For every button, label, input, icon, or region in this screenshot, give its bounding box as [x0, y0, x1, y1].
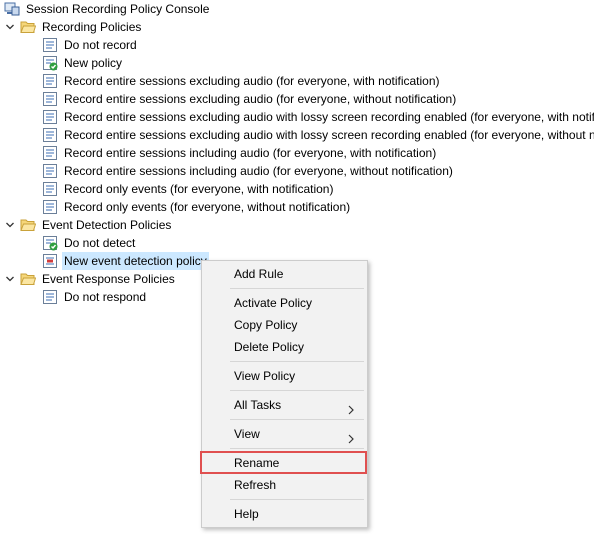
context-menu: Add Rule Activate Policy Copy Policy Del…	[201, 260, 368, 528]
chevron-right-icon	[347, 400, 355, 415]
policy-icon	[42, 109, 58, 125]
menu-separator	[230, 390, 364, 391]
policy-icon	[42, 199, 58, 215]
policy-icon	[42, 91, 58, 107]
menu-item-add-rule[interactable]: Add Rule	[202, 263, 367, 285]
policy-icon	[42, 127, 58, 143]
policy-label: Record entire sessions excluding audio (…	[64, 74, 440, 88]
policy-item-new-event-detection-policy[interactable]: New event detection policy	[42, 252, 209, 270]
policy-label: New event detection policy	[62, 252, 209, 270]
event-policy-icon	[42, 253, 58, 269]
chevron-down-icon[interactable]	[4, 270, 16, 288]
tree-root[interactable]: Session Recording Policy Console	[4, 0, 211, 18]
policy-label: Record entire sessions excluding audio w…	[64, 110, 594, 124]
menu-item-view[interactable]: View	[202, 423, 367, 445]
policy-icon	[42, 181, 58, 197]
chevron-down-icon[interactable]	[4, 216, 16, 234]
policy-icon	[42, 145, 58, 161]
tree-node-event-response-policies[interactable]: Event Response Policies	[4, 270, 177, 288]
policy-label: Record only events (for everyone, with n…	[64, 182, 334, 196]
menu-item-label: Add Rule	[234, 267, 284, 281]
policy-label: Record entire sessions including audio (…	[64, 146, 437, 160]
tree-node-event-detection-policies[interactable]: Event Detection Policies	[4, 216, 173, 234]
folder-open-icon	[20, 217, 36, 233]
console-title: Session Recording Policy Console	[26, 2, 210, 16]
menu-item-delete-policy[interactable]: Delete Policy	[202, 336, 367, 358]
menu-item-label: Delete Policy	[234, 340, 305, 354]
menu-item-view-policy[interactable]: View Policy	[202, 365, 367, 387]
policy-item-do-not-respond[interactable]: Do not respond	[42, 288, 148, 306]
policy-icon	[42, 37, 58, 53]
policy-label: Record entire sessions excluding audio w…	[64, 128, 594, 142]
menu-item-copy-policy[interactable]: Copy Policy	[202, 314, 367, 336]
folder-open-icon	[20, 271, 36, 287]
tree-node-label: Event Detection Policies	[42, 218, 172, 232]
policy-label: Record entire sessions excluding audio (…	[64, 92, 457, 106]
menu-item-all-tasks[interactable]: All Tasks	[202, 394, 367, 416]
menu-separator	[230, 419, 364, 420]
console-icon	[4, 1, 20, 17]
policy-label: Record entire sessions including audio (…	[64, 164, 453, 178]
policy-icon	[42, 73, 58, 89]
menu-separator	[230, 288, 364, 289]
menu-separator	[230, 361, 364, 362]
menu-item-label: All Tasks	[234, 398, 282, 412]
policy-item[interactable]: Record entire sessions excluding audio (…	[42, 90, 458, 108]
menu-item-label: Activate Policy	[234, 296, 313, 310]
policy-item[interactable]: Record entire sessions including audio (…	[42, 162, 455, 180]
tree-node-label: Event Response Policies	[42, 272, 175, 286]
policy-item[interactable]: Record only events (for everyone, withou…	[42, 198, 352, 216]
policy-item[interactable]: Record only events (for everyone, with n…	[42, 180, 335, 198]
chevron-down-icon[interactable]	[4, 18, 16, 36]
menu-item-activate-policy[interactable]: Activate Policy	[202, 292, 367, 314]
policy-icon	[42, 289, 58, 305]
policy-item[interactable]: Record entire sessions excluding audio (…	[42, 72, 442, 90]
policy-icon	[42, 163, 58, 179]
policy-label: New policy	[64, 56, 123, 70]
policy-item[interactable]: Record entire sessions including audio (…	[42, 144, 438, 162]
policy-label: Record only events (for everyone, withou…	[64, 200, 351, 214]
folder-open-icon	[20, 19, 36, 35]
policy-item-do-not-detect[interactable]: Do not detect	[42, 234, 137, 252]
menu-item-label: Help	[234, 507, 259, 521]
policy-item-new-policy[interactable]: New policy	[42, 54, 124, 72]
policy-label: Do not record	[64, 38, 137, 52]
menu-separator	[230, 448, 364, 449]
menu-item-help[interactable]: Help	[202, 503, 367, 525]
chevron-right-icon	[347, 429, 355, 444]
menu-item-label: View	[234, 427, 260, 441]
policy-label: Do not respond	[64, 290, 147, 304]
policy-item[interactable]: Record entire sessions excluding audio w…	[42, 126, 594, 144]
policy-item-do-not-record[interactable]: Do not record	[42, 36, 139, 54]
active-policy-icon	[42, 55, 58, 71]
policy-label: Do not detect	[64, 236, 136, 250]
policy-item[interactable]: Record entire sessions excluding audio w…	[42, 108, 594, 126]
menu-item-label: View Policy	[234, 369, 296, 383]
rename-highlight-box	[200, 451, 367, 474]
menu-item-label: Refresh	[234, 478, 277, 492]
menu-item-refresh[interactable]: Refresh	[202, 474, 367, 496]
tree-node-recording-policies[interactable]: Recording Policies	[4, 18, 143, 36]
menu-item-label: Copy Policy	[234, 318, 298, 332]
active-policy-icon	[42, 235, 58, 251]
tree-node-label: Recording Policies	[42, 20, 142, 34]
menu-separator	[230, 499, 364, 500]
